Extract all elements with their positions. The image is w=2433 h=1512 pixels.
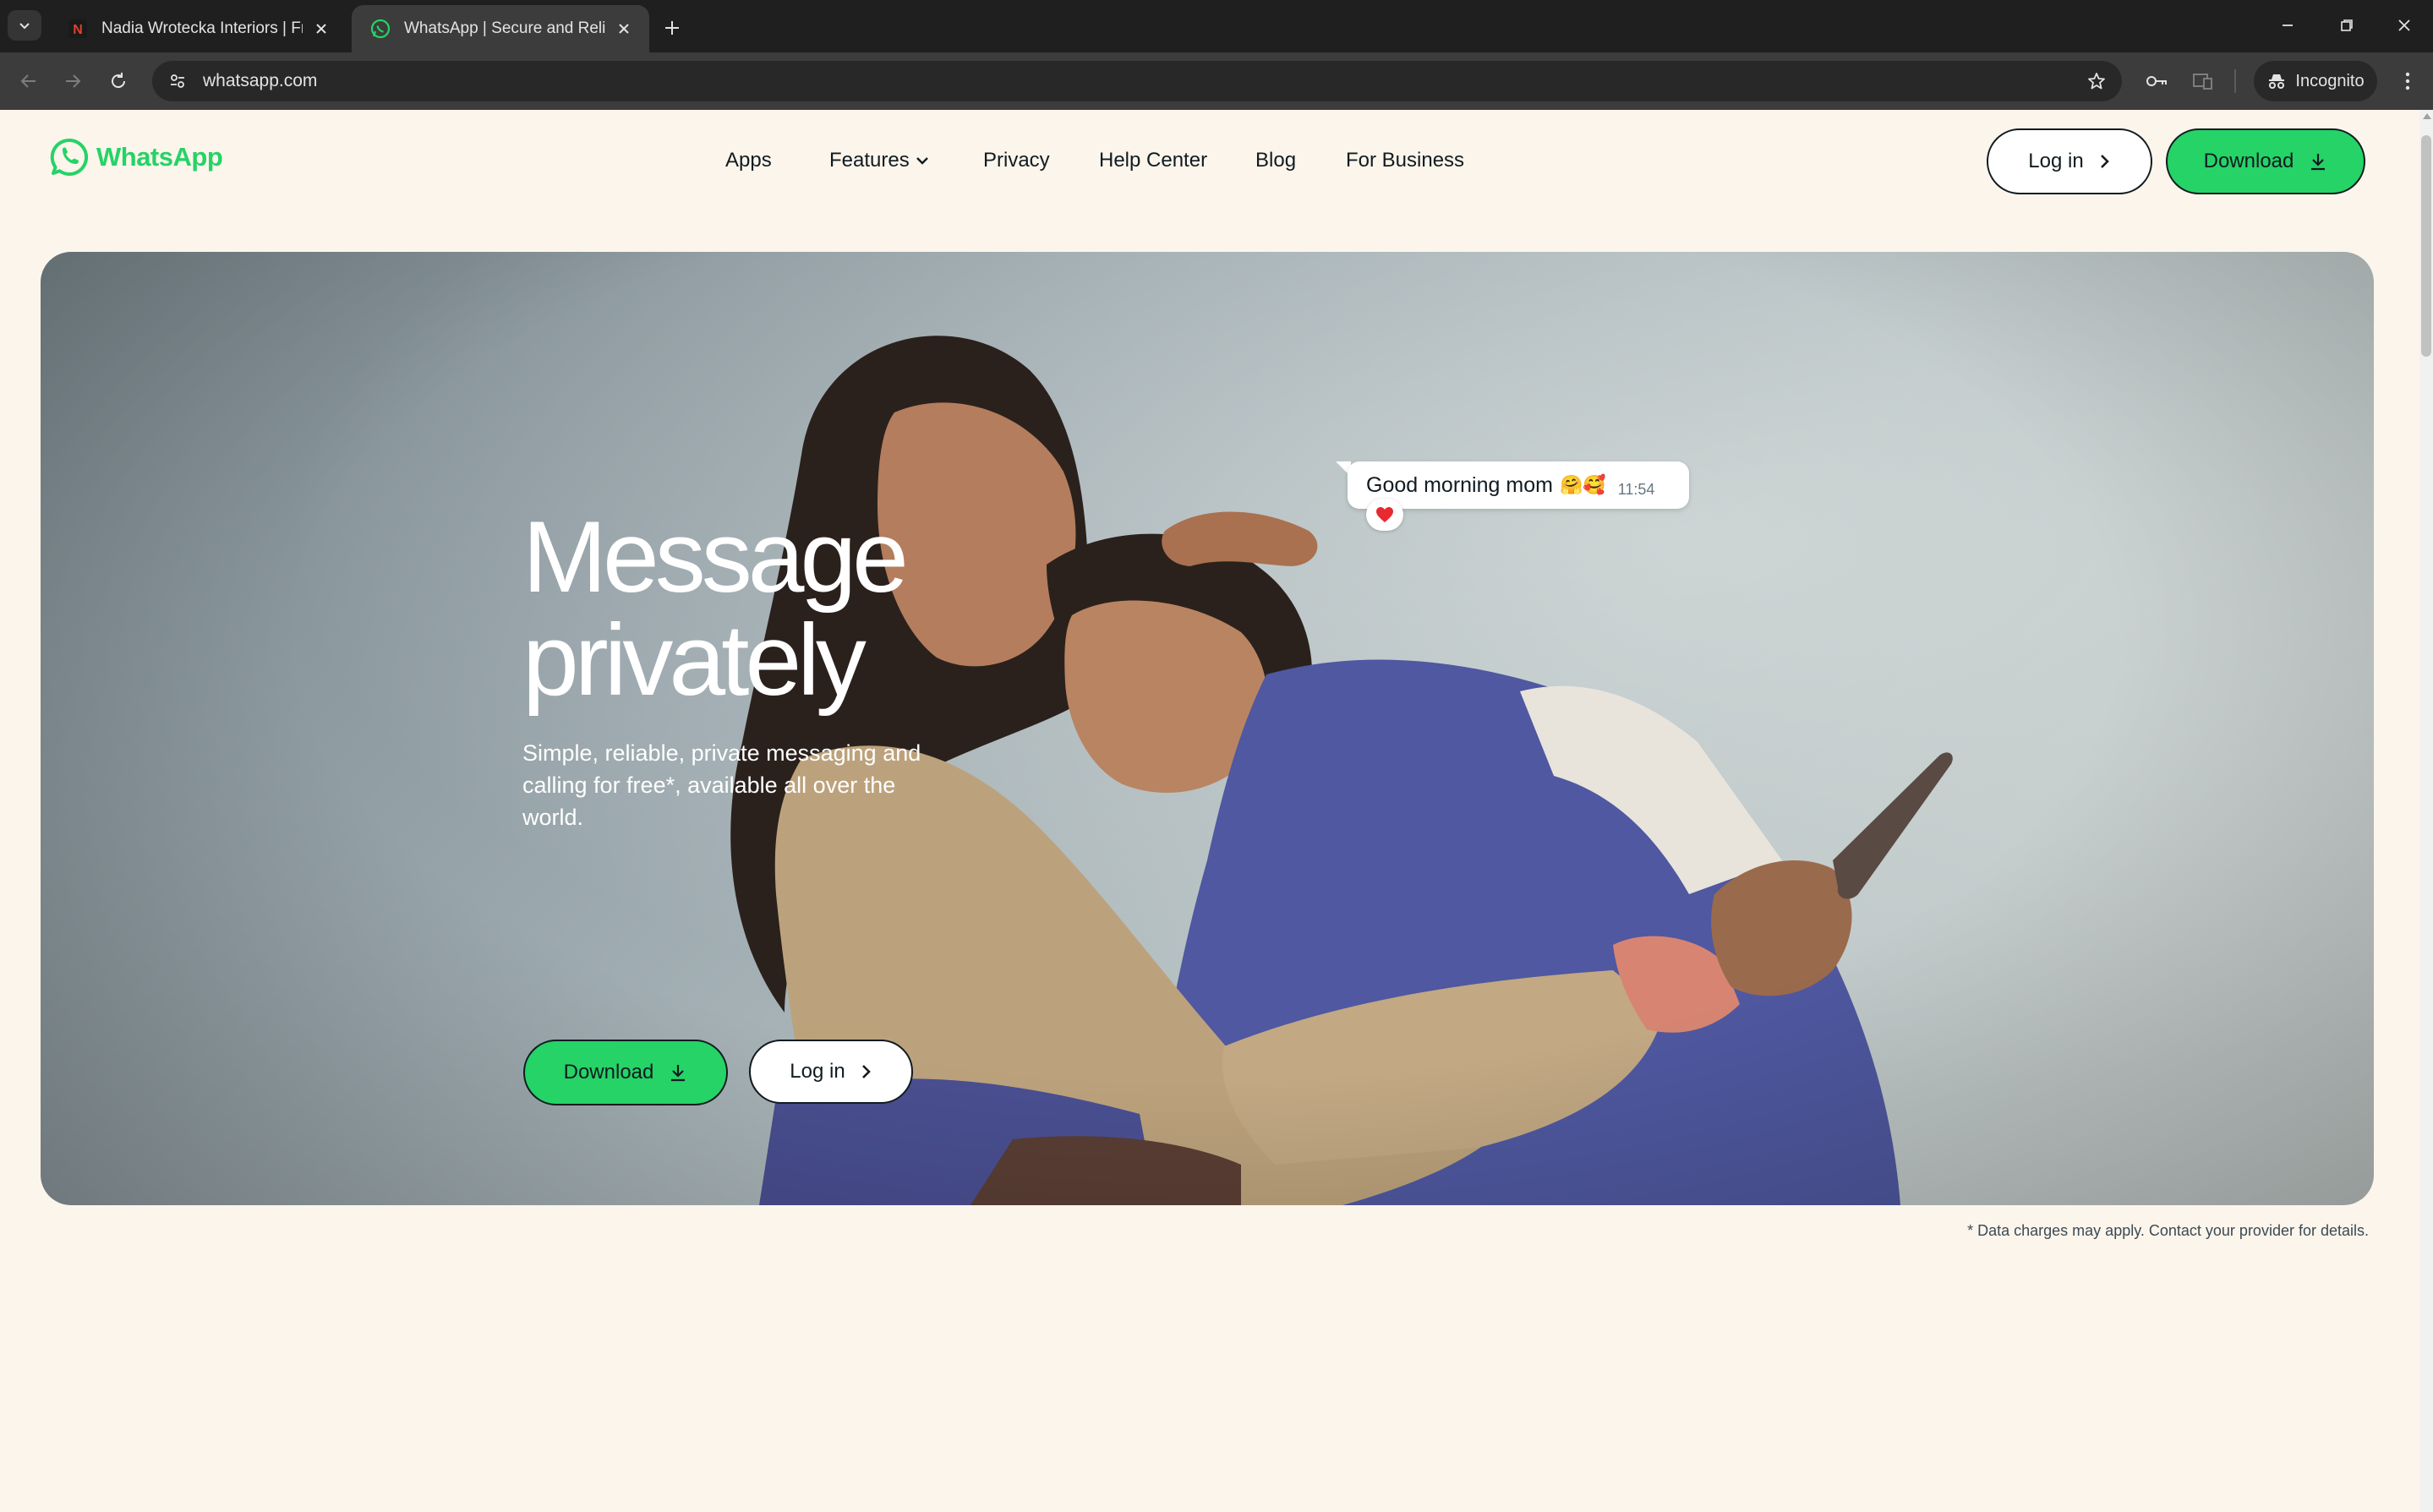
password-key-icon[interactable] [2142, 66, 2173, 96]
reload-icon[interactable] [101, 64, 135, 98]
hero-title-line1: Message [522, 500, 909, 614]
download-label: Download [563, 1061, 654, 1084]
tab-title: Nadia Wrotecka Interiors | Free [101, 19, 303, 37]
site-info-tune-icon[interactable] [164, 68, 191, 95]
chevron-down-icon [19, 23, 30, 30]
svg-text:N: N [73, 23, 83, 37]
incognito-icon [2269, 74, 2285, 89]
data-charges-disclaimer: * Data charges may apply. Contact your p… [1967, 1222, 2369, 1239]
tab-search-button[interactable] [8, 10, 41, 41]
back-arrow-icon[interactable] [12, 64, 46, 98]
scroll-up-arrow-icon[interactable] [2423, 113, 2431, 119]
new-tab-plus-icon[interactable] [658, 14, 686, 42]
close-tab-icon[interactable] [311, 19, 331, 39]
bookmark-star-icon[interactable] [2083, 68, 2110, 95]
hero-banner: Message privately Simple, reliable, priv… [41, 252, 2374, 1205]
login-label: Log in [790, 1060, 845, 1083]
chat-message-emojis: 🤗🥰 [1559, 474, 1606, 495]
nav-blog[interactable]: Blog [1255, 149, 1296, 172]
nav-privacy[interactable]: Privacy [983, 149, 1050, 172]
close-window-icon[interactable] [2386, 10, 2423, 41]
toolbar-divider [2234, 69, 2236, 93]
tab-whatsapp[interactable]: WhatsApp | Secure and Reliable [352, 5, 649, 52]
heart-reaction-icon [1366, 499, 1403, 531]
nav-for-business[interactable]: For Business [1346, 149, 1464, 172]
login-label: Log in [2028, 150, 2084, 172]
browser-tabstrip: N Nadia Wrotecka Interiors | Free WhatsA… [0, 0, 2433, 52]
hero-login-button[interactable]: Log in [749, 1040, 913, 1104]
nav-features-label: Features [829, 149, 910, 172]
nav-features[interactable]: Features [829, 149, 930, 172]
hero-subtitle: Simple, reliable, private messaging and … [522, 740, 921, 830]
nav-apps[interactable]: Apps [725, 149, 772, 172]
browser-toolbar: whatsapp.com Incognito [0, 52, 2433, 110]
scrollbar-thumb[interactable] [2421, 135, 2431, 357]
download-icon [2311, 154, 2326, 171]
tab-nadia-wrotecka[interactable]: N Nadia Wrotecka Interiors | Free [49, 5, 347, 52]
incognito-indicator[interactable]: Incognito [2254, 61, 2377, 101]
hero-title: Message privately [522, 500, 909, 717]
hero-title-line2: privately [522, 603, 867, 717]
cast-devices-icon[interactable] [2188, 66, 2218, 96]
nadia-favicon-icon: N [68, 19, 88, 39]
url-text: whatsapp.com [203, 71, 318, 90]
nav-help-center[interactable]: Help Center [1099, 149, 1207, 172]
chat-message-text: Good morning mom [1366, 472, 1553, 497]
chat-message-bubble: Good morning mom 🤗🥰 11:54 [1348, 461, 1689, 509]
download-label: Download [2203, 150, 2294, 172]
whatsapp-wordmark: WhatsApp [96, 142, 223, 172]
chevron-down-icon [916, 157, 928, 165]
header-login-button[interactable]: Log in [1987, 128, 2152, 194]
tab-title: WhatsApp | Secure and Reliable [404, 19, 605, 37]
chevron-right-icon [861, 1065, 871, 1078]
browser-menu-icon[interactable] [2392, 66, 2423, 96]
whatsapp-page: WhatsApp Apps Features Privacy Help Cent… [0, 110, 2419, 1512]
whatsapp-logo[interactable]: WhatsApp [49, 137, 223, 177]
download-icon [671, 1065, 686, 1082]
whatsapp-logo-icon [50, 138, 89, 176]
hero-download-button[interactable]: Download [523, 1040, 728, 1105]
whatsapp-favicon-icon [370, 19, 391, 39]
chevron-right-icon [2100, 155, 2109, 168]
minimize-icon[interactable] [2269, 10, 2306, 41]
chat-message-time: 11:54 [1617, 480, 1655, 498]
hero-vignette [41, 252, 2374, 1205]
header-download-button[interactable]: Download [2166, 128, 2365, 194]
close-tab-icon[interactable] [614, 19, 634, 39]
incognito-label: Incognito [2295, 71, 2365, 90]
address-bar[interactable]: whatsapp.com [152, 61, 2122, 101]
forward-arrow-icon[interactable] [56, 64, 90, 98]
restore-icon[interactable] [2328, 10, 2365, 41]
